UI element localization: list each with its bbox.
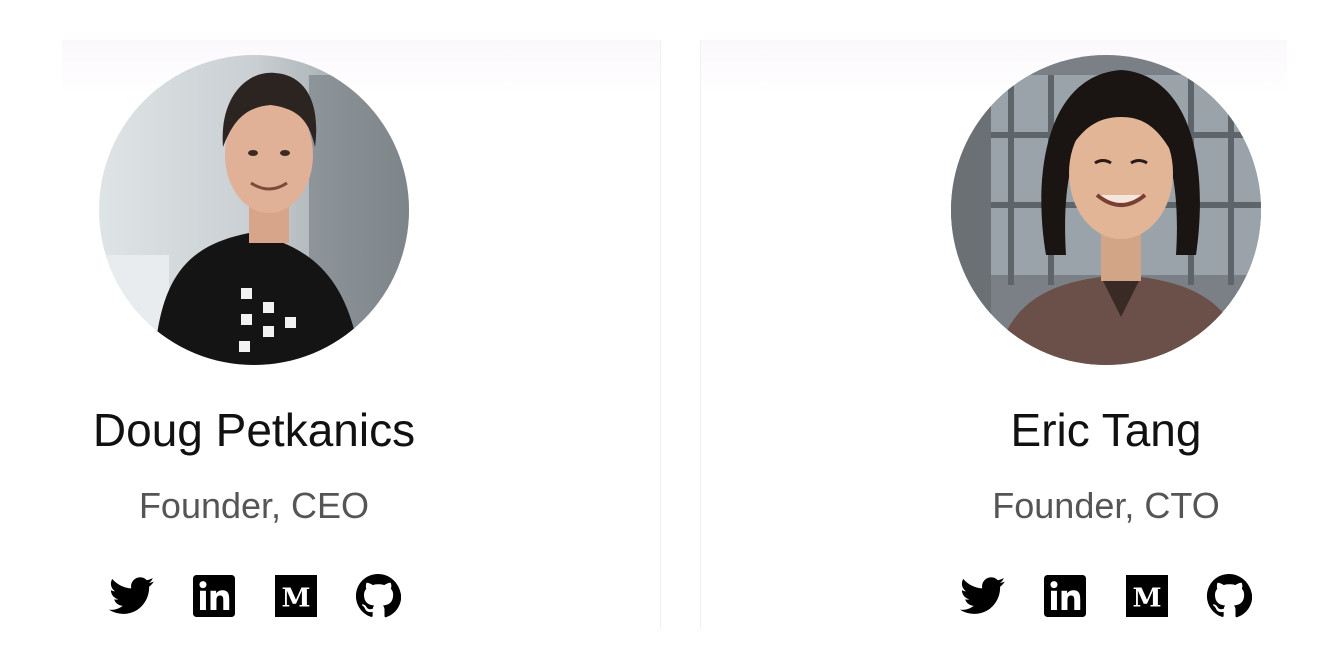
twitter-icon[interactable] bbox=[109, 573, 155, 619]
medium-glyph: M bbox=[281, 583, 310, 614]
twitter-icon[interactable] bbox=[960, 573, 1006, 619]
avatar bbox=[99, 55, 409, 365]
member-role: Founder, CTO bbox=[992, 485, 1220, 526]
linkedin-icon[interactable] bbox=[1042, 573, 1088, 619]
member-name: Eric Tang bbox=[1010, 404, 1202, 456]
avatar bbox=[951, 55, 1261, 365]
medium-icon[interactable]: M bbox=[1124, 573, 1170, 619]
medium-glyph: M bbox=[1132, 583, 1161, 614]
github-icon[interactable] bbox=[355, 573, 401, 619]
medium-icon[interactable]: M bbox=[273, 573, 319, 619]
team-member-card: Doug Petkanics Founder, CEO M bbox=[62, 40, 661, 630]
member-role: Founder, CEO bbox=[138, 485, 370, 526]
github-icon[interactable] bbox=[1206, 573, 1252, 619]
linkedin-icon[interactable] bbox=[191, 573, 237, 619]
member-name: Doug Petkanics bbox=[92, 404, 416, 456]
social-links: M bbox=[960, 573, 1252, 619]
social-links: M bbox=[109, 573, 401, 619]
team-member-card: Eric Tang Founder, CTO M bbox=[700, 40, 1287, 630]
